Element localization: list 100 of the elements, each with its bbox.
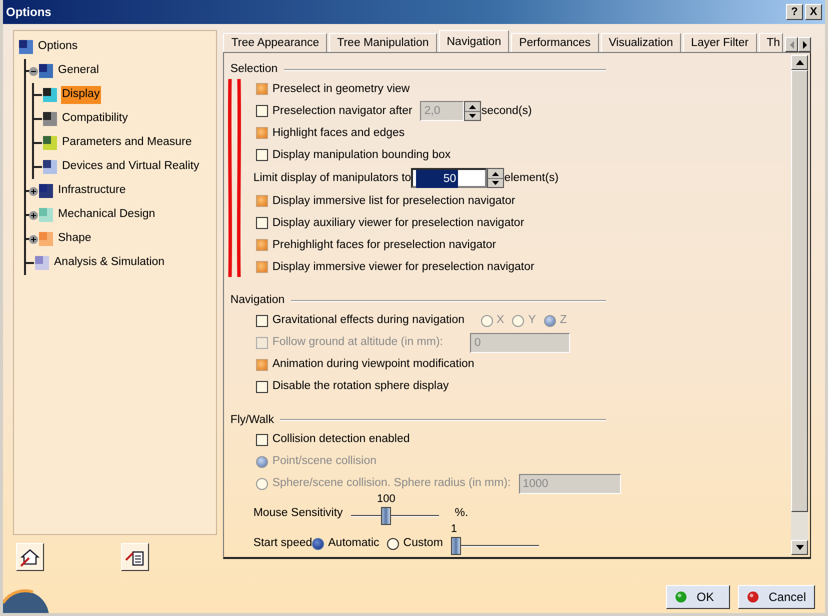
unit-label: second(s) <box>481 104 532 119</box>
close-button[interactable]: X <box>805 4 822 20</box>
checkbox[interactable] <box>256 217 268 230</box>
go-icon <box>674 591 687 603</box>
unit-label: %. <box>454 506 468 522</box>
option-label: Gravitational effects during navigation <box>272 312 465 328</box>
right-arrow-icon <box>802 40 808 48</box>
radio-label: X <box>496 312 504 328</box>
category-icon <box>38 231 54 247</box>
slider[interactable]: 100 <box>350 492 439 527</box>
checkbox[interactable] <box>256 380 268 392</box>
scroll-right-button[interactable] <box>798 37 811 52</box>
category-icon <box>42 87 58 103</box>
number-field: 0 <box>470 332 570 352</box>
option-label: Display immersive viewer for preselection navigator <box>272 260 534 275</box>
tree-item[interactable]: Options <box>37 38 79 56</box>
section-title: Selection <box>230 62 278 77</box>
slider-value: 100 <box>376 492 396 506</box>
option-label: Display auxiliary viewer for preselection navigator <box>272 216 524 231</box>
slider-thumb[interactable] <box>450 536 461 555</box>
spin-buttons[interactable] <box>464 101 482 122</box>
category-icon <box>18 39 34 55</box>
option-label: Preselect in geometry view <box>272 82 410 97</box>
help-button[interactable]: ? <box>786 4 803 20</box>
scroll-left-button[interactable] <box>785 37 798 52</box>
export-button[interactable] <box>121 543 149 571</box>
option-label: Animation during viewpoint modification <box>272 356 474 372</box>
section-title: Fly/Walk <box>230 412 274 428</box>
radio-button[interactable] <box>387 538 400 550</box>
number-field: 1000 <box>518 474 621 494</box>
category-icon <box>34 255 50 271</box>
option-label: Highlight faces and edges <box>272 126 405 141</box>
tree-item[interactable]: Compatibility <box>61 110 129 128</box>
window-title: Options <box>6 4 52 21</box>
collapse-icon[interactable] <box>29 66 38 76</box>
ok-button[interactable]: OK <box>666 585 730 609</box>
tree-item[interactable]: Devices and Virtual Reality <box>61 158 200 176</box>
option-label: Sphere/scene collision. Sphere radius (in mm): <box>272 476 511 492</box>
tab[interactable]: Visualization <box>600 33 682 52</box>
option-label: Preselection navigator after <box>272 104 412 119</box>
category-icon <box>42 159 58 175</box>
option-label: Display immersive list for preselection navigator <box>272 194 516 209</box>
tree-item[interactable]: Infrastructure <box>57 182 127 200</box>
tree-item[interactable]: Analysis & Simulation <box>53 254 166 272</box>
option-label: Disable the rotation sphere display <box>272 378 449 394</box>
left-arrow-icon <box>788 40 794 48</box>
expand-icon[interactable] <box>29 210 38 220</box>
expand-icon[interactable] <box>29 234 38 244</box>
checkbox[interactable] <box>256 314 268 326</box>
radio-label: Automatic <box>328 536 380 552</box>
radio-label: Z <box>560 312 567 328</box>
option-label: Follow ground at altitude (in mm): <box>272 334 444 350</box>
radio-label: Y <box>528 312 536 328</box>
tab[interactable]: Th <box>758 33 783 52</box>
tab[interactable]: Layer Filter <box>683 33 757 52</box>
tab[interactable]: Navigation <box>438 30 510 52</box>
checkbox[interactable] <box>256 127 268 140</box>
slider[interactable]: 1 <box>450 522 539 557</box>
option-label: Mouse Sensitivity <box>253 506 343 522</box>
checkbox[interactable] <box>256 195 268 208</box>
tree-item[interactable]: Shape <box>57 230 92 248</box>
tree-item[interactable]: Display <box>61 86 101 104</box>
checkbox[interactable] <box>256 434 268 446</box>
category-icon <box>42 111 58 127</box>
tab[interactable]: Performances <box>511 33 599 52</box>
checkbox[interactable] <box>256 105 268 118</box>
cancel-button[interactable]: Cancel <box>738 585 815 609</box>
checkbox[interactable] <box>256 261 268 274</box>
option-label: Prehighlight faces for preselection navigator <box>272 238 496 253</box>
checkbox[interactable] <box>256 83 268 96</box>
option-label: Limit display of manipulators to <box>253 170 412 186</box>
spin-buttons[interactable] <box>487 168 504 188</box>
option-label: Display manipulation bounding box <box>272 148 451 163</box>
expand-icon[interactable] <box>29 186 38 196</box>
tab[interactable]: Tree Manipulation <box>329 33 437 52</box>
up-arrow-icon <box>796 60 804 65</box>
number-field[interactable]: 50 <box>411 168 488 188</box>
tab[interactable]: Tree Appearance <box>223 33 328 52</box>
tree-item[interactable]: General <box>57 62 100 80</box>
category-icon <box>38 183 54 199</box>
category-icon <box>38 207 54 223</box>
checkbox[interactable] <box>256 149 268 162</box>
scroll-down-button[interactable] <box>791 540 808 555</box>
stop-icon <box>746 591 759 603</box>
tree-item[interactable]: Parameters and Measure <box>61 134 193 152</box>
checkbox[interactable] <box>256 358 268 370</box>
radio-button[interactable] <box>312 538 324 550</box>
category-icon <box>42 135 58 151</box>
radio-label: Custom <box>403 536 443 552</box>
option-label: Point/scene collision <box>272 454 377 470</box>
option-label: Start speed <box>253 536 312 552</box>
section-title: Navigation <box>230 293 285 308</box>
checkbox[interactable] <box>256 239 268 252</box>
option-label: Collision detection enabled <box>272 432 410 448</box>
tree-item[interactable]: Mechanical Design <box>57 206 156 224</box>
category-icon <box>38 63 54 79</box>
slider-thumb[interactable] <box>381 506 392 525</box>
scroll-up-button[interactable] <box>791 55 808 70</box>
slider-value: 1 <box>450 522 458 536</box>
reset-button[interactable] <box>16 543 44 571</box>
